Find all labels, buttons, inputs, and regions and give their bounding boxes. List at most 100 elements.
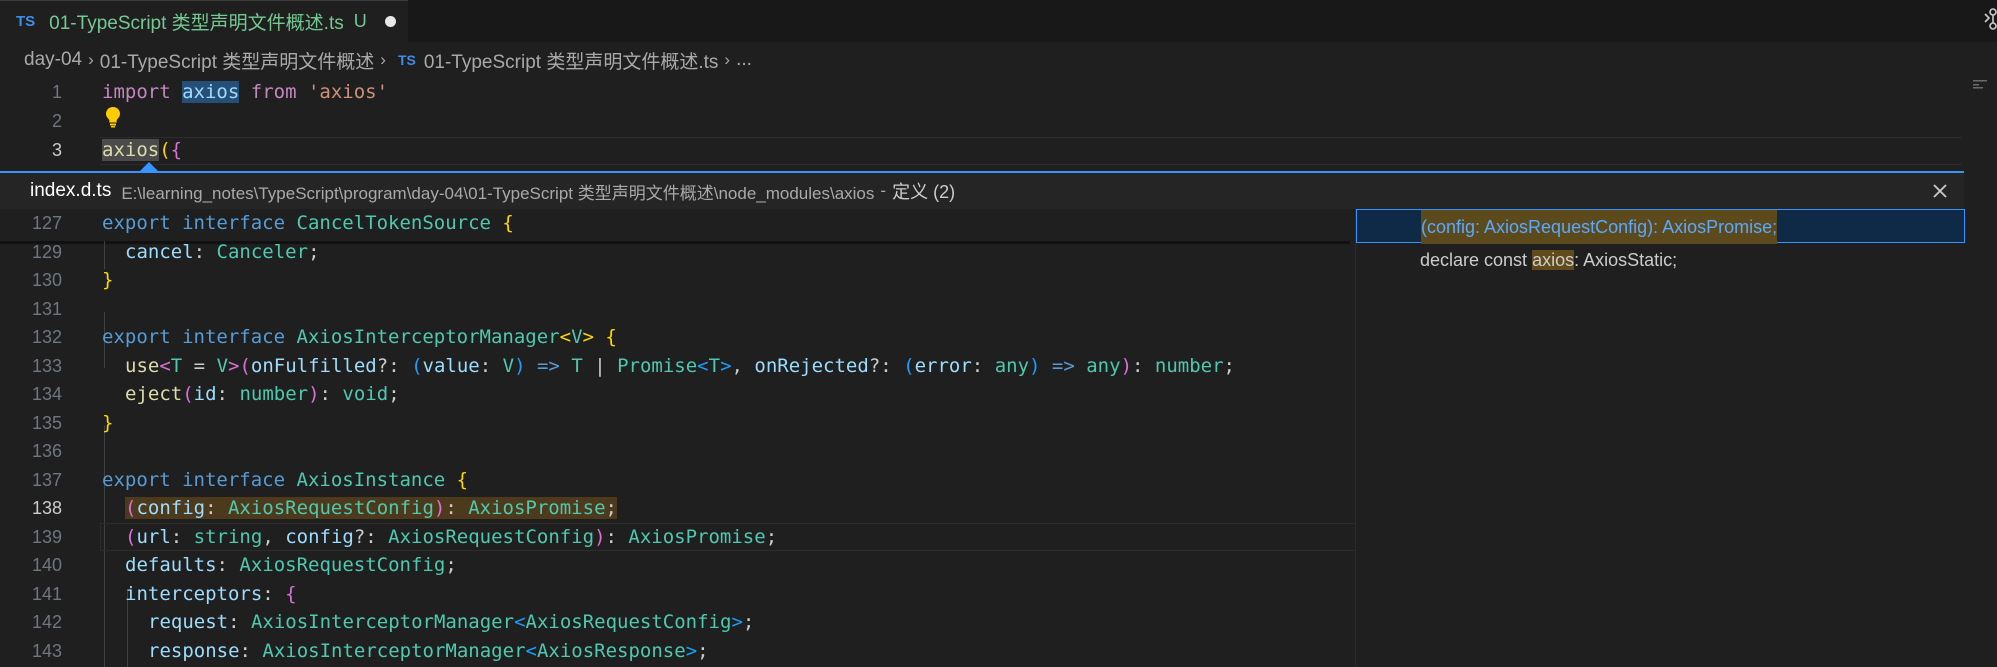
peek-code-line[interactable]: defaults: AxiosRequestConfig; — [125, 551, 457, 579]
token-keyword: interface — [182, 326, 286, 348]
peek-code-line[interactable]: cancel: Canceler; — [125, 238, 320, 266]
peek-code-line[interactable]: export interface CancelTokenSource { — [102, 209, 514, 237]
peek-file-name[interactable]: index.d.ts — [30, 180, 111, 202]
token-type: AxiosInterceptorManager — [262, 640, 526, 662]
reference-highlight: axios — [1532, 250, 1575, 270]
chevron-right-icon: › — [380, 50, 386, 69]
token-brace: { — [502, 212, 514, 234]
peek-code-line[interactable]: eject(id: number): void; — [125, 380, 400, 408]
token-paren: ( — [125, 526, 137, 548]
reference-prefix: declare const — [1420, 250, 1533, 270]
token-punctuation: : — [170, 526, 194, 548]
line-number: 136 — [31, 441, 62, 461]
token-paren: ( — [411, 355, 423, 377]
peek-code-line[interactable]: interceptors: { — [125, 580, 297, 608]
close-icon[interactable] — [1930, 181, 1950, 201]
peek-header: index.d.ts E:\learning_notes\TypeScript\… — [0, 173, 1964, 209]
token-type: Canceler — [216, 241, 309, 263]
token-punctuation: ; — [388, 383, 400, 405]
token-brace: { — [285, 583, 297, 605]
line-number: 142 — [31, 612, 62, 632]
token-punctuation: : — [228, 611, 251, 633]
token-type-param: V — [571, 326, 583, 348]
token-param: onRejected — [754, 355, 869, 377]
lightbulb-icon[interactable] — [104, 106, 122, 128]
token-bracket: < — [525, 640, 537, 662]
line-number: 139 — [31, 527, 62, 547]
token-keyword: interface — [182, 469, 286, 491]
token-bracket: > — [685, 640, 698, 662]
editor-tab[interactable]: TS 01-TypeScript 类型声明文件概述.ts U — [0, 0, 408, 42]
peek-code-editor[interactable]: 127 export interface CancelTokenSource {… — [0, 209, 1355, 667]
minimap[interactable] — [1971, 78, 1995, 90]
line-number: 127 — [31, 213, 62, 233]
breadcrumb-item-folder[interactable]: day-04 — [24, 49, 82, 71]
token-keyword: export — [102, 326, 171, 348]
peek-code-line-current[interactable]: (config: AxiosRequestConfig): AxiosPromi… — [125, 494, 617, 522]
token-keyword: export — [102, 212, 171, 234]
line-number: 132 — [31, 327, 62, 347]
peek-code-line[interactable]: export interface AxiosInstance { — [102, 466, 468, 494]
code-line-3[interactable]: axios({ — [102, 136, 182, 164]
token-arrow: => — [525, 355, 572, 377]
token-type-param: T — [170, 355, 183, 377]
git-untracked-badge: U — [353, 11, 367, 31]
peek-code-line[interactable]: export interface AxiosInterceptorManager… — [102, 323, 617, 351]
token-paren: ( — [159, 139, 171, 161]
line-number: 2 — [51, 111, 62, 131]
token-punctuation: , — [262, 526, 286, 548]
line-number: 131 — [31, 299, 62, 319]
token-punctuation: : — [239, 640, 263, 662]
breadcrumb-item-file[interactable]: 01-TypeScript 类型声明文件概述.ts — [424, 47, 719, 74]
token-type: AxiosInstance — [296, 469, 446, 491]
reference-item[interactable]: declare const axios: AxiosStatic; — [1356, 243, 1965, 277]
token-bracket: > — [228, 355, 240, 377]
token-bracket: < — [697, 355, 709, 377]
token-type: AxiosInterceptorManager — [296, 326, 560, 348]
token-bracket: > — [582, 326, 594, 348]
token-keyword: export — [102, 469, 171, 491]
breadcrumb-item-symbols[interactable]: ... — [736, 49, 752, 71]
git-compare-icon[interactable] — [1983, 8, 1997, 30]
peek-code-line[interactable]: response: AxiosInterceptorManager<AxiosR… — [148, 637, 709, 665]
breadcrumb-item-subfolder[interactable]: 01-TypeScript 类型声明文件概述 — [100, 47, 375, 74]
token-paren: ( — [182, 383, 194, 405]
line-number: 135 — [31, 413, 62, 433]
token-punctuation: ; — [308, 241, 320, 263]
token-param: config — [285, 526, 354, 548]
reference-item-selected[interactable]: (config: AxiosRequestConfig): AxiosPromi… — [1356, 209, 1965, 244]
token-keyword: from — [250, 81, 297, 103]
line-number: 134 — [31, 384, 62, 404]
token-punctuation: : — [319, 383, 343, 405]
token-keyword: interface — [182, 212, 286, 234]
peek-separator: - — [880, 181, 887, 200]
token-function-call: axios — [102, 139, 160, 161]
line-number: 3 — [51, 140, 62, 160]
token-bracket: < — [559, 326, 572, 348]
peek-code-line[interactable]: use<T = V>(onFulfilled?: (value: V) => T… — [125, 352, 1235, 380]
peek-references-list: (config: AxiosRequestConfig): AxiosPromi… — [1355, 209, 1965, 667]
token-punctuation: : — [216, 383, 240, 405]
code-line-1[interactable]: import axios from 'axios' — [102, 78, 388, 106]
peek-code-line[interactable]: request: AxiosInterceptorManager<AxiosRe… — [148, 608, 754, 636]
token-method: use — [125, 355, 160, 377]
token-type: AxiosRequestConfig — [388, 526, 595, 548]
chevron-right-icon: › — [724, 50, 731, 69]
token-punctuation: : — [445, 497, 469, 519]
peek-code-line[interactable]: } — [102, 266, 113, 294]
peek-code-line[interactable]: } — [102, 409, 113, 437]
token-punctuation: : — [262, 583, 286, 605]
token-property: defaults — [125, 554, 217, 576]
token-type: AxiosRequestConfig — [239, 554, 446, 576]
token-type: V — [502, 355, 515, 377]
token-brace: { — [170, 139, 183, 161]
token-punctuation: : — [193, 241, 206, 263]
reference-text: declare const axios: AxiosStatic; — [1420, 243, 1677, 277]
token-punctuation: ?: — [868, 355, 904, 377]
line-number: 143 — [31, 641, 62, 661]
peek-code-line[interactable]: (url: string, config?: AxiosRequestConfi… — [125, 523, 777, 551]
line-number: 130 — [31, 270, 62, 290]
unsaved-dot-icon[interactable] — [384, 16, 396, 27]
token-bracket: > — [731, 611, 743, 633]
token-punctuation: ?: — [353, 526, 389, 548]
